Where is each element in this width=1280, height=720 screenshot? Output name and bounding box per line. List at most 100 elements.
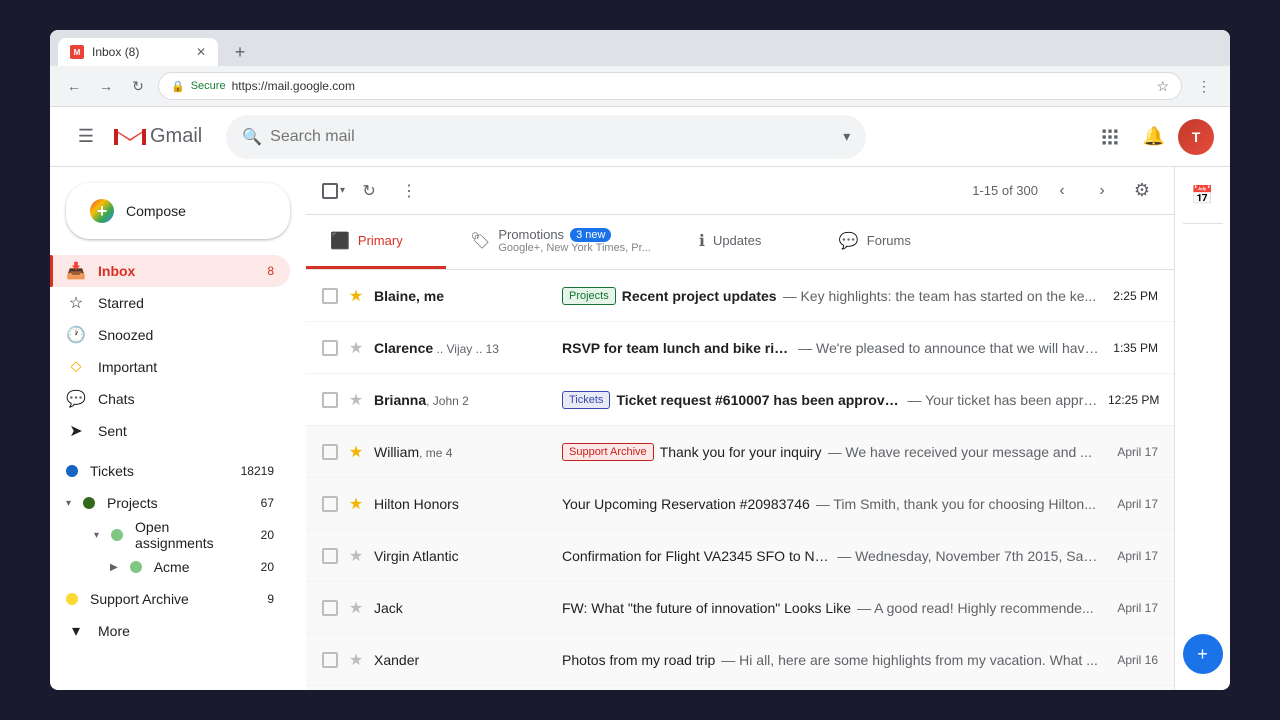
email-checkbox[interactable]: [322, 496, 338, 512]
email-content: Confirmation for Flight VA2345 SFO to NY…: [562, 548, 1100, 564]
email-checkbox[interactable]: [322, 392, 338, 408]
snoozed-icon: 🕐: [66, 325, 86, 345]
apps-button[interactable]: [1090, 117, 1130, 157]
search-input[interactable]: [270, 128, 835, 146]
acme-dot: [130, 561, 142, 573]
promotions-tab-label: Promotions: [498, 227, 564, 242]
sidebar-item-inbox[interactable]: 📥 Inbox 8: [50, 255, 290, 287]
next-page-button[interactable]: ›: [1086, 175, 1118, 207]
apps-grid-icon: [1100, 127, 1120, 147]
tab-primary[interactable]: ⬛ Primary: [306, 215, 446, 269]
url-bar[interactable]: 🔒 Secure https://mail.google.com ☆: [158, 72, 1182, 100]
calendar-sidebar-button[interactable]: 📅: [1183, 175, 1223, 215]
email-row[interactable]: ★ Clarence .. Vijay .. 13 RSVP for team …: [306, 322, 1174, 374]
browser-chrome: M Inbox (8) ✕ + ← → ↻ 🔒 Secure https://m…: [50, 30, 1230, 107]
select-dropdown-arrow[interactable]: ▾: [340, 185, 345, 196]
forward-button[interactable]: →: [94, 74, 118, 98]
email-subject: FW: What "the future of innovation" Look…: [562, 600, 851, 616]
email-toolbar: ▾ ↻ ⋮ 1-15 of 300 ‹ ›: [306, 167, 1174, 215]
projects-dot: [83, 497, 95, 509]
email-checkbox[interactable]: [322, 444, 338, 460]
right-sidebar: 📅 +: [1174, 167, 1230, 690]
back-button[interactable]: ←: [62, 74, 86, 98]
email-sender: Virgin Atlantic: [374, 548, 554, 564]
bookmark-star-icon[interactable]: ☆: [1156, 78, 1169, 95]
email-row[interactable]: ★ Xander Photos from my road trip — Hi a…: [306, 634, 1174, 686]
sidebar-item-sent[interactable]: ➤ Sent: [50, 415, 290, 447]
email-checkbox[interactable]: [322, 340, 338, 356]
sidebar-item-starred[interactable]: ☆ Starred: [50, 287, 290, 319]
sidebar-item-open-assignments[interactable]: ▾ Open assignments 20: [50, 519, 290, 551]
sidebar-item-support-archive[interactable]: Support Archive 9: [50, 583, 290, 615]
email-row[interactable]: ★ Brianna, John 2 Tickets Ticket request…: [306, 374, 1174, 426]
add-icon: +: [1197, 644, 1208, 665]
email-content: Tickets Ticket request #610007 has been …: [562, 391, 1100, 409]
select-all-control[interactable]: ▾: [322, 183, 345, 199]
notifications-button[interactable]: 🔔: [1134, 117, 1174, 157]
prev-page-button[interactable]: ‹: [1046, 175, 1078, 207]
sidebar-item-snoozed[interactable]: 🕐 Snoozed: [50, 319, 290, 351]
email-row[interactable]: ★ William, me 4 Support Archive Thank yo…: [306, 426, 1174, 478]
email-row[interactable]: ★ Richard, Matthew, me 3 Product Strateg…: [306, 686, 1174, 690]
email-checkbox[interactable]: [322, 652, 338, 668]
sender-name: Blaine, me: [374, 288, 444, 304]
email-snippet: — Your ticket has been appro...: [907, 392, 1100, 408]
star-button[interactable]: ★: [346, 286, 366, 306]
compose-button[interactable]: + Compose: [66, 183, 290, 239]
email-checkbox[interactable]: [322, 548, 338, 564]
user-avatar[interactable]: T: [1178, 119, 1214, 155]
email-subject: Ticket request #610007 has been approved…: [616, 392, 901, 408]
add-sidebar-button[interactable]: +: [1183, 634, 1223, 674]
tab-promotions[interactable]: 🏷 Promotions 3 new Google+, New York Tim…: [446, 215, 675, 269]
refresh-emails-button[interactable]: ↻: [353, 175, 385, 207]
email-checkbox[interactable]: [322, 600, 338, 616]
select-all-checkbox[interactable]: [322, 183, 338, 199]
star-button[interactable]: ★: [346, 598, 366, 618]
more-options-button[interactable]: ⋮: [393, 175, 425, 207]
star-button[interactable]: ★: [346, 546, 366, 566]
tab-forums[interactable]: 💬 Forums: [815, 215, 955, 269]
starred-label: Starred: [98, 295, 274, 311]
open-assignments-collapse-icon[interactable]: ▾: [94, 530, 99, 541]
email-subject: Your Upcoming Reservation #20983746: [562, 496, 810, 512]
email-row[interactable]: ★ Hilton Honors Your Upcoming Reservatio…: [306, 478, 1174, 530]
sidebar-item-chats[interactable]: 💬 Chats: [50, 383, 290, 415]
hamburger-menu-button[interactable]: ☰: [66, 117, 106, 157]
sidebar-item-important[interactable]: ⬦ Important: [50, 351, 290, 383]
email-pane: ▾ ↻ ⋮ 1-15 of 300 ‹ ›: [306, 167, 1174, 690]
settings-button[interactable]: ⚙: [1126, 175, 1158, 207]
projects-badge: 67: [261, 496, 274, 510]
browser-tab[interactable]: M Inbox (8) ✕: [58, 38, 218, 66]
star-button[interactable]: ★: [346, 442, 366, 462]
monitor-frame: M Inbox (8) ✕ + ← → ↻ 🔒 Secure https://m…: [50, 30, 1230, 690]
email-checkbox[interactable]: [322, 288, 338, 304]
search-dropdown-icon[interactable]: ▾: [843, 128, 850, 145]
email-sender: Clarence .. Vijay .. 13: [374, 340, 554, 356]
projects-collapse-icon[interactable]: ▾: [66, 498, 71, 509]
star-button[interactable]: ★: [346, 390, 366, 410]
sidebar-item-more[interactable]: ▾ More: [50, 615, 290, 647]
address-bar: ← → ↻ 🔒 Secure https://mail.google.com ☆…: [50, 66, 1230, 106]
star-button[interactable]: ★: [346, 338, 366, 358]
acme-label: Acme: [154, 559, 249, 575]
star-button[interactable]: ★: [346, 494, 366, 514]
sidebar-item-projects[interactable]: ▾ Projects 67: [50, 487, 290, 519]
primary-tab-icon: ⬛: [330, 231, 350, 251]
refresh-button[interactable]: ↻: [126, 74, 150, 98]
email-row[interactable]: ★ Virgin Atlantic Confirmation for Fligh…: [306, 530, 1174, 582]
extensions-button[interactable]: ⋮: [1190, 72, 1218, 100]
email-snippet: — Hi all, here are some highlights from …: [721, 652, 1098, 668]
search-bar[interactable]: 🔍 ▾: [226, 115, 866, 159]
email-subject: Recent project updates: [622, 288, 777, 304]
star-button[interactable]: ★: [346, 650, 366, 670]
sender-extra: , me 4: [419, 446, 452, 460]
sidebar-item-tickets[interactable]: Tickets 18219: [50, 455, 290, 487]
tab-close-button[interactable]: ✕: [196, 45, 206, 59]
tab-updates[interactable]: ℹ Updates: [675, 215, 815, 269]
email-row[interactable]: ★ Jack FW: What "the future of innovatio…: [306, 582, 1174, 634]
acme-expand-icon[interactable]: ▶: [110, 562, 118, 573]
sidebar-item-acme[interactable]: ▶ Acme 20: [50, 551, 290, 583]
email-row[interactable]: ★ Blaine, me Projects Recent project upd…: [306, 270, 1174, 322]
compose-label: Compose: [126, 203, 186, 219]
new-tab-button[interactable]: +: [226, 38, 254, 66]
